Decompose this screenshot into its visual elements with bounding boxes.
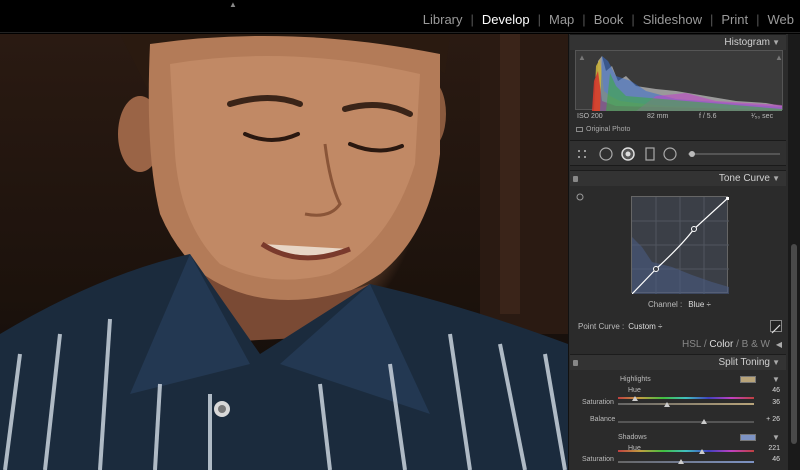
histogram-exif: ISO 200 82 mm f / 5.6 ¹⁄₅₀ sec — [575, 111, 783, 123]
tool-icons — [578, 147, 780, 161]
tone-curve-svg — [631, 196, 730, 295]
shadows-saturation-value[interactable]: 46 — [758, 456, 780, 463]
shadows-saturation-thumb[interactable] — [677, 459, 684, 464]
shadows-hue-thumb[interactable] — [698, 449, 705, 454]
original-photo-toggle[interactable]: Original Photo — [576, 126, 630, 133]
split-toning-header[interactable]: Split Toning ▼ — [570, 354, 786, 370]
shadows-hue-slider[interactable] — [618, 450, 754, 452]
histogram-svg: ▲ ▲ — [578, 53, 783, 111]
photo-canvas[interactable] — [0, 34, 568, 470]
hsl-color-bw-header[interactable]: HSL / Color / B & W ◀ — [570, 338, 786, 352]
original-photo-label: Original Photo — [586, 126, 631, 133]
shutter-value: ¹⁄₅₀ sec — [751, 113, 774, 120]
collapse-tone-curve-icon[interactable]: ▼ — [772, 171, 780, 187]
panel-scrollbar[interactable] — [788, 34, 800, 470]
highlights-hue-label: Hue — [628, 387, 641, 394]
svg-text:▲: ▲ — [578, 53, 586, 62]
bw-tab[interactable]: B & W — [742, 339, 770, 350]
shadows-label: Shadows — [618, 434, 647, 441]
point-curve-selector[interactable]: Point Curve : Custom ÷ — [578, 322, 662, 331]
split-toning-title: Split Toning — [718, 357, 770, 368]
highlights-saturation-slider[interactable] — [618, 403, 754, 405]
highlights-saturation-thumb[interactable] — [663, 402, 670, 407]
develop-tool-strip — [570, 140, 786, 166]
module-print[interactable]: Print — [713, 12, 756, 27]
module-book[interactable]: Book — [586, 12, 632, 27]
shadows-color-swatch[interactable] — [740, 434, 756, 441]
channel-label: Channel : — [648, 300, 683, 309]
highlights-hue-value[interactable]: 46 — [758, 387, 780, 394]
highlights-label: Highlights — [620, 376, 651, 383]
shadows-saturation-label: Saturation — [582, 456, 614, 463]
tone-curve-header[interactable]: Tone Curve ▼ — [570, 170, 786, 186]
portrait-illustration — [0, 34, 568, 470]
point-curve-value[interactable]: Custom ÷ — [628, 322, 662, 331]
highlights-disclosure-icon[interactable]: ▼ — [772, 375, 780, 384]
channel-value[interactable]: Blue ÷ — [688, 300, 711, 309]
histogram-title: Histogram — [724, 37, 770, 48]
histogram-graph[interactable]: ▲ ▲ — [575, 50, 783, 111]
tone-curve-graph[interactable] — [631, 196, 730, 295]
spot-removal-icon — [599, 147, 613, 161]
original-photo-icon — [576, 126, 583, 132]
iso-value: ISO 200 — [577, 113, 603, 120]
balance-value[interactable]: + 26 — [758, 416, 780, 423]
shadows-saturation-slider[interactable] — [618, 461, 754, 463]
highlights-saturation-label: Saturation — [582, 399, 614, 406]
crop-tool-icon — [578, 150, 586, 158]
shadows-disclosure-icon[interactable]: ▼ — [772, 433, 780, 442]
aperture-value: f / 5.6 — [699, 113, 717, 120]
svg-text:▲: ▲ — [775, 53, 783, 62]
highlights-saturation-value[interactable]: 36 — [758, 399, 780, 406]
histogram-header[interactable]: Histogram ▼ — [570, 34, 786, 50]
module-bar: ▲ Library | Develop | Map | Book | Slideshow… — [0, 0, 800, 33]
tone-curve-title: Tone Curve — [718, 173, 770, 184]
panel-switch-icon[interactable] — [573, 360, 578, 366]
module-picker: Library | Develop | Map | Book | Slideshow | … — [415, 12, 800, 27]
graduated-filter-icon — [645, 147, 655, 161]
collapse-top-panel-icon[interactable]: ▲ — [229, 0, 237, 9]
highlights-color-swatch[interactable] — [740, 376, 756, 383]
balance-slider[interactable] — [618, 421, 754, 423]
color-tab[interactable]: Color — [709, 339, 733, 350]
brush-slider-track — [688, 153, 780, 155]
tab-separator: / — [736, 339, 739, 350]
collapse-split-toning-icon[interactable]: ▼ — [772, 355, 780, 371]
panel-switch-icon[interactable] — [573, 176, 578, 182]
collapse-histogram-icon[interactable]: ▼ — [772, 35, 780, 51]
focal-length-value: 82 mm — [647, 113, 669, 120]
module-slideshow[interactable]: Slideshow — [635, 12, 710, 27]
expand-hsl-icon[interactable]: ◀ — [776, 338, 782, 352]
shadows-hue-value[interactable]: 221 — [758, 445, 780, 452]
hsl-tab[interactable]: HSL — [682, 339, 701, 350]
radial-filter-icon — [663, 147, 677, 161]
module-map[interactable]: Map — [541, 12, 582, 27]
module-develop[interactable]: Develop — [474, 12, 538, 27]
highlights-hue-thumb[interactable] — [632, 396, 639, 401]
module-library[interactable]: Library — [415, 12, 471, 27]
curve-pencil-icon — [771, 324, 781, 334]
tab-separator: / — [703, 339, 707, 350]
edit-point-curve-button[interactable] — [770, 320, 782, 334]
balance-thumb[interactable] — [700, 419, 707, 424]
balance-label: Balance — [590, 416, 616, 423]
scrollbar-thumb[interactable] — [791, 244, 797, 444]
brush-slider-thumb — [689, 151, 695, 157]
target-adjust-icon[interactable] — [576, 193, 584, 201]
channel-selector[interactable]: Channel : Blue ÷ — [648, 300, 711, 309]
module-web[interactable]: Web — [760, 12, 800, 27]
point-curve-label: Point Curve : — [578, 322, 625, 331]
